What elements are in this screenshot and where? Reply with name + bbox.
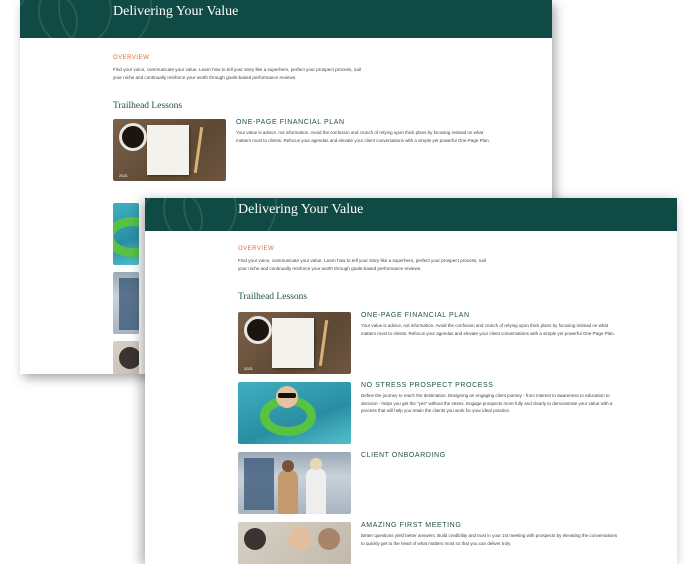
section-title: Trailhead Lessons — [238, 292, 308, 302]
swirl-decoration — [145, 198, 203, 231]
lesson-item[interactable]: NO STRESS PROSPECT PROCESS Define the jo… — [238, 382, 617, 444]
lesson-title[interactable]: AMAZING FIRST MEETING — [361, 522, 621, 529]
office-couple-image[interactable] — [238, 452, 351, 514]
banner-title: Delivering Your Value — [238, 202, 364, 217]
lesson-description: Your value is advice, not information. A… — [236, 130, 490, 143]
section-title: Trailhead Lessons — [113, 101, 183, 111]
overview-label: OVERVIEW — [113, 55, 150, 61]
page-banner: Delivering Your Value — [145, 198, 677, 231]
lesson-description: Your value is advice, not information. A… — [361, 323, 615, 336]
front-page-preview: Delivering Your Value OVERVIEW Find your… — [145, 198, 677, 564]
swirl-decoration — [20, 0, 78, 38]
lesson-item[interactable]: AMAZING FIRST MEETING Better questions y… — [238, 522, 617, 564]
notebook-desk-image[interactable]: 2021 — [113, 119, 226, 181]
notebook-desk-image[interactable]: 2021 — [238, 312, 351, 374]
overview-text: Find your voice, communicate your value.… — [113, 67, 361, 80]
lesson-description: Better questions yield better answers. B… — [361, 533, 618, 546]
meeting-people-image[interactable] — [238, 522, 351, 564]
lesson-title[interactable]: CLIENT ONBOARDING — [361, 452, 621, 459]
lesson-title[interactable]: ONE-PAGE FINANCIAL PLAN — [236, 119, 496, 126]
banner-title: Delivering Your Value — [113, 4, 239, 19]
lesson-title[interactable]: ONE-PAGE FINANCIAL PLAN — [361, 312, 621, 319]
overview-label: OVERVIEW — [238, 246, 275, 252]
lesson-description: Define the journey to reach the destinat… — [361, 393, 613, 413]
overview-text: Find your voice, communicate your value.… — [238, 258, 486, 271]
lesson-title[interactable]: NO STRESS PROSPECT PROCESS — [361, 382, 621, 389]
pool-float-image[interactable] — [238, 382, 351, 444]
lesson-item[interactable]: 2021 ONE-PAGE FINANCIAL PLAN Your value … — [238, 312, 617, 374]
lesson-item[interactable]: CLIENT ONBOARDING — [238, 452, 617, 514]
lesson-item[interactable]: 2021 ONE-PAGE FINANCIAL PLAN Your value … — [113, 119, 492, 181]
pool-float-image[interactable] — [113, 203, 139, 265]
office-couple-image[interactable] — [113, 272, 139, 334]
page-banner: Delivering Your Value — [20, 0, 552, 38]
meeting-people-image[interactable] — [113, 341, 139, 374]
